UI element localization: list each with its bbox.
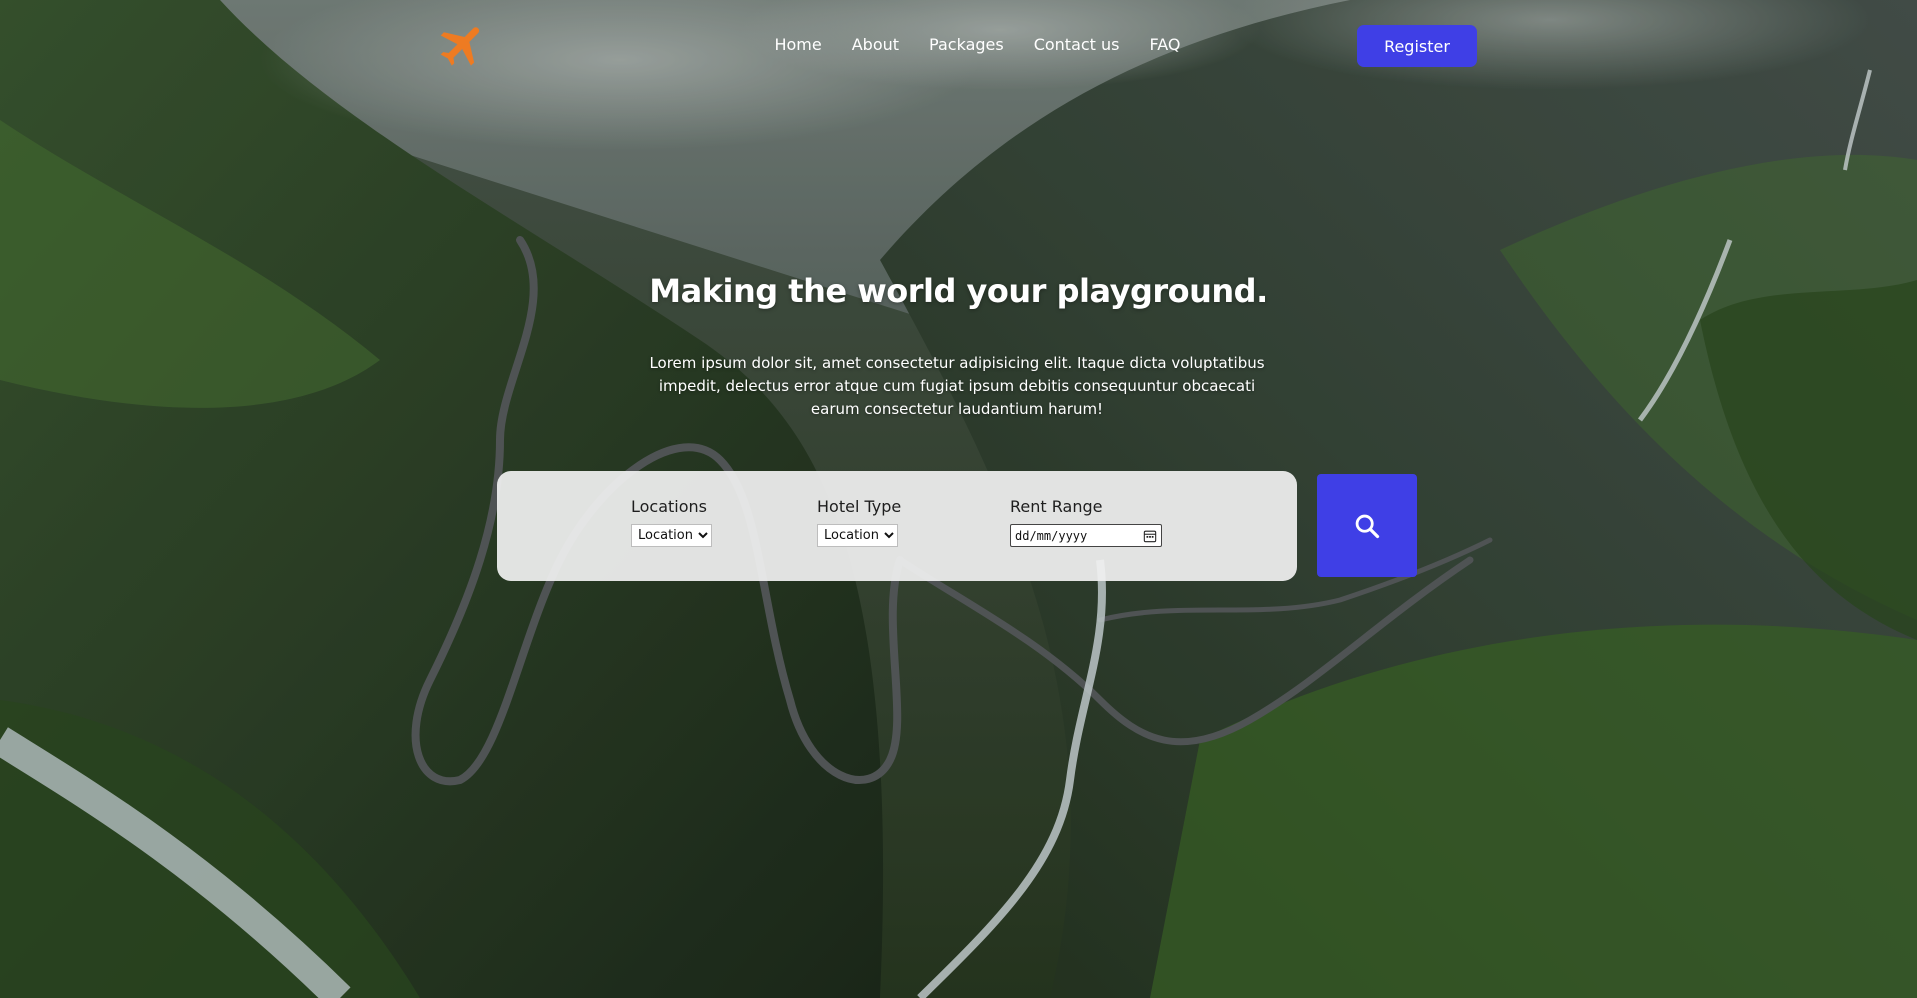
hotel-type-label: Hotel Type (817, 497, 902, 516)
search-button[interactable] (1317, 474, 1417, 577)
register-button[interactable]: Register (1357, 25, 1477, 67)
nav-link-faq[interactable]: FAQ (1150, 30, 1181, 60)
calendar-icon[interactable] (1143, 529, 1157, 543)
date-placeholder: dd/mm/yyyy (1015, 528, 1088, 543)
hero-description: Lorem ipsum dolor sit, amet consectetur … (649, 354, 1265, 418)
rent-range-field: Rent Range dd/mm/yyyy (1010, 497, 1162, 547)
search-icon (1355, 514, 1380, 538)
search-panel: Locations Location Hotel Type Location R… (497, 471, 1297, 581)
rent-range-label: Rent Range (1010, 497, 1103, 516)
nav-link-packages[interactable]: Packages (929, 30, 1004, 60)
airplane-icon[interactable] (436, 18, 490, 72)
hero-title: Making the world your playground. (649, 272, 1268, 310)
locations-field: Locations Location (631, 497, 712, 547)
nav-link-contact[interactable]: Contact us (1034, 30, 1120, 60)
hotel-type-field: Hotel Type Location (817, 497, 901, 547)
locations-label: Locations (631, 497, 708, 516)
nav-link-home[interactable]: Home (774, 30, 821, 60)
hotel-type-select[interactable]: Location (817, 524, 898, 547)
nav-link-about[interactable]: About (852, 30, 899, 60)
rent-range-date-input[interactable]: dd/mm/yyyy (1010, 524, 1162, 547)
locations-select[interactable]: Location (631, 524, 712, 547)
